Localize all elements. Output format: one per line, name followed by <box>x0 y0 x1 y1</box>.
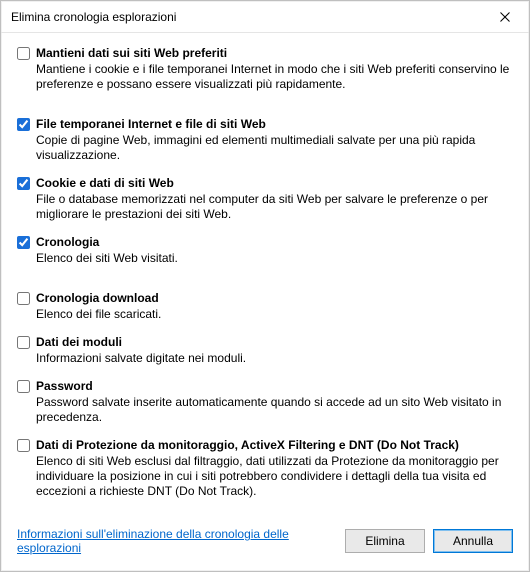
option-history[interactable]: Cronologia Elenco dei siti Web visitati. <box>17 234 513 266</box>
cancel-button[interactable]: Annulla <box>433 529 513 553</box>
checkbox-preserve-favorites[interactable] <box>17 47 30 60</box>
option-label: Cronologia <box>36 234 513 250</box>
option-download-history[interactable]: Cronologia download Elenco dei file scar… <box>17 290 513 322</box>
titlebar: Elimina cronologia esplorazioni <box>1 1 529 33</box>
option-label: Password <box>36 378 513 394</box>
checkbox-download-history[interactable] <box>17 292 30 305</box>
option-desc: Copie di pagine Web, immagini ed element… <box>36 133 513 163</box>
option-label: Dati dei moduli <box>36 334 513 350</box>
option-preserve-favorites[interactable]: Mantieni dati sui siti Web preferiti Man… <box>17 45 513 92</box>
checkbox-passwords[interactable] <box>17 380 30 393</box>
option-cookies[interactable]: Cookie e dati di siti Web File o databas… <box>17 175 513 222</box>
content-area: Mantieni dati sui siti Web preferiti Man… <box>1 33 529 571</box>
option-label: Dati di Protezione da monitoraggio, Acti… <box>36 437 513 453</box>
option-label: Cronologia download <box>36 290 513 306</box>
option-desc: Mantiene i cookie e i file temporanei In… <box>36 62 513 92</box>
checkbox-cookies[interactable] <box>17 177 30 190</box>
checkbox-history[interactable] <box>17 236 30 249</box>
option-label: File temporanei Internet e file di siti … <box>36 116 513 132</box>
option-tracking-protection[interactable]: Dati di Protezione da monitoraggio, Acti… <box>17 437 513 499</box>
option-temp-internet-files[interactable]: File temporanei Internet e file di siti … <box>17 116 513 163</box>
close-icon <box>500 12 510 22</box>
option-desc: File o database memorizzati nel computer… <box>36 192 513 222</box>
delete-history-dialog: Elimina cronologia esplorazioni Mantieni… <box>0 0 530 572</box>
info-link[interactable]: Informazioni sull'eliminazione della cro… <box>17 527 337 555</box>
window-title: Elimina cronologia esplorazioni <box>11 10 176 24</box>
option-label: Cookie e dati di siti Web <box>36 175 513 191</box>
option-label: Mantieni dati sui siti Web preferiti <box>36 45 513 61</box>
checkbox-temp-internet-files[interactable] <box>17 118 30 131</box>
option-desc: Elenco dei file scaricati. <box>36 307 513 322</box>
checkbox-tracking-protection[interactable] <box>17 439 30 452</box>
close-button[interactable] <box>485 3 525 31</box>
checkbox-form-data[interactable] <box>17 336 30 349</box>
footer: Informazioni sull'eliminazione della cro… <box>17 527 513 561</box>
option-form-data[interactable]: Dati dei moduli Informazioni salvate dig… <box>17 334 513 366</box>
option-desc: Elenco dei siti Web visitati. <box>36 251 513 266</box>
option-passwords[interactable]: Password Password salvate inserite autom… <box>17 378 513 425</box>
option-desc: Password salvate inserite automaticament… <box>36 395 513 425</box>
delete-button[interactable]: Elimina <box>345 529 425 553</box>
option-desc: Informazioni salvate digitate nei moduli… <box>36 351 513 366</box>
button-row: Elimina Annulla <box>345 529 513 553</box>
option-desc: Elenco di siti Web esclusi dal filtraggi… <box>36 454 513 499</box>
